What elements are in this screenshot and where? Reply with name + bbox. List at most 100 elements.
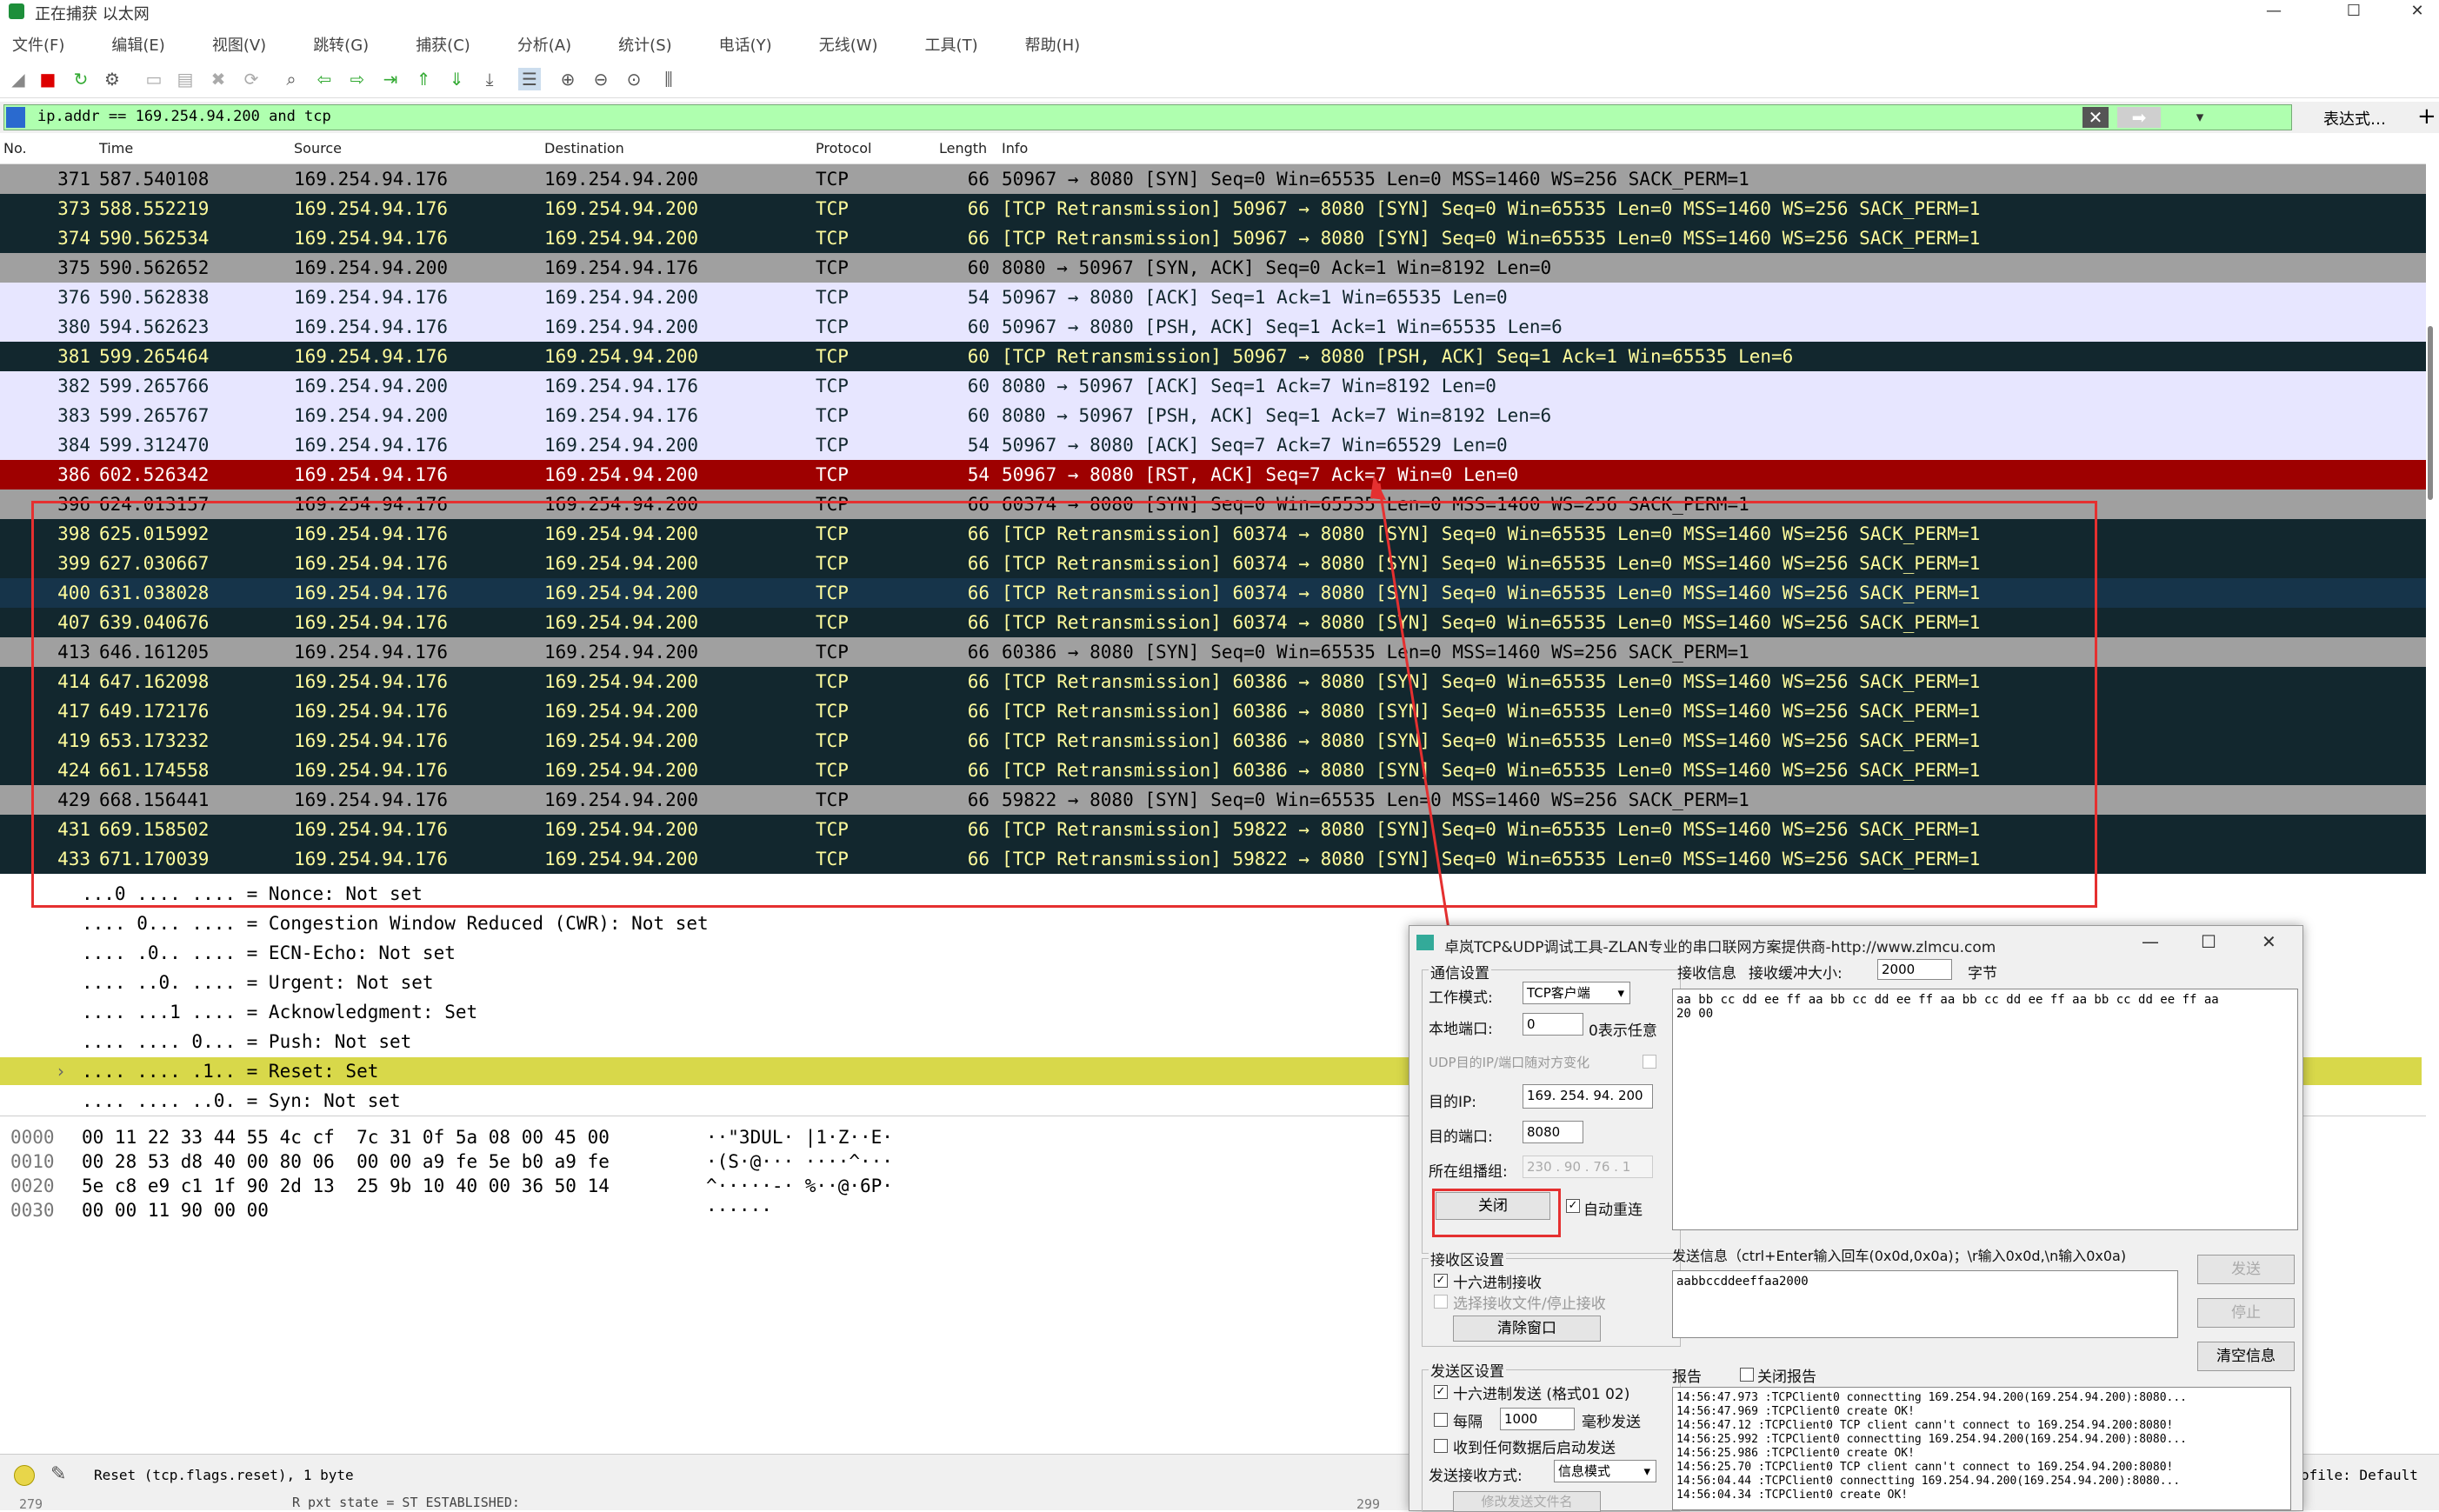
col-destination[interactable]: Destination xyxy=(544,140,624,157)
save-file-icon[interactable]: ▤ xyxy=(174,68,197,90)
menu-tools[interactable]: 工具(T) xyxy=(925,33,978,59)
packet-row[interactable]: 373 588.552219 169.254.94.176 169.254.94.20… xyxy=(0,194,2426,223)
close-file-icon[interactable]: ✖ xyxy=(207,68,230,90)
menu-file[interactable]: 文件(F) xyxy=(12,33,64,59)
reload-icon[interactable]: ⟳ xyxy=(240,68,263,90)
packet-cell-info: [TCP Retransmission] 50967 → 8080 [SYN] … xyxy=(1002,228,1981,249)
col-time[interactable]: Time xyxy=(99,140,133,157)
menu-edit[interactable]: 编辑(E) xyxy=(111,33,164,59)
menu-view[interactable]: 视图(V) xyxy=(212,33,266,59)
report-text-area[interactable]: 14:56:47.973 :TCPClient0 connectting 169… xyxy=(1672,1387,2291,1510)
mode-select[interactable]: TCP客户端 ▾ xyxy=(1523,982,1630,1004)
colorize-icon[interactable]: ☰ xyxy=(518,68,541,90)
every-checkbox[interactable] xyxy=(1434,1413,1448,1427)
recv-buffer-input[interactable]: 2000 xyxy=(1877,959,1952,980)
edit-comment-icon[interactable]: ✎ xyxy=(50,1463,66,1485)
capture-options-icon[interactable]: ⚙ xyxy=(101,68,123,90)
add-filter-button[interactable]: + xyxy=(2417,103,2436,130)
bookmark-icon[interactable] xyxy=(6,107,25,128)
maximize-button[interactable]: ☐ xyxy=(2323,0,2384,23)
close-window-button[interactable]: ✕ xyxy=(2387,0,2439,23)
last-packet-icon[interactable]: ⇓ xyxy=(445,68,468,90)
hex-send-checkbox[interactable]: ✓ xyxy=(1434,1385,1448,1399)
every-ms-input[interactable]: 1000 xyxy=(1500,1408,1575,1430)
menu-help[interactable]: 帮助(H) xyxy=(1025,33,1081,59)
first-packet-icon[interactable]: ⇑ xyxy=(412,68,435,90)
open-file-icon[interactable]: ▭ xyxy=(143,68,165,90)
clear-window-button[interactable]: 清除窗口 xyxy=(1453,1316,1601,1342)
clear-info-button[interactable]: 清空信息 xyxy=(2197,1342,2295,1371)
autoscroll-icon[interactable]: ⤓ xyxy=(478,68,501,90)
expert-info-icon[interactable] xyxy=(14,1465,35,1486)
hex-recv-checkbox[interactable]: ✓ xyxy=(1434,1274,1448,1288)
tool-maximize-button[interactable]: ☐ xyxy=(2201,931,2216,952)
dest-ip-input[interactable]: 169. 254. 94. 200 xyxy=(1523,1084,1653,1109)
udp-follow-checkbox[interactable] xyxy=(1643,1055,1656,1069)
detail-line[interactable]: .... ...1 .... = Acknowledgment: Set xyxy=(82,998,477,1026)
zoom-in-icon[interactable]: ⊕ xyxy=(556,68,579,90)
send-button[interactable]: 发送 xyxy=(2197,1255,2295,1284)
packet-row[interactable]: 371 587.540108 169.254.94.176 169.254.94.20… xyxy=(0,164,2426,194)
detail-line[interactable]: .... .... ..0. = Syn: Not set xyxy=(82,1087,401,1115)
go-back-icon[interactable]: ⇦ xyxy=(313,68,336,90)
restart-capture-icon[interactable]: ↻ xyxy=(70,68,92,90)
menu-telephony[interactable]: 电话(Y) xyxy=(719,33,772,59)
close-report-checkbox[interactable] xyxy=(1740,1368,1754,1382)
detail-line[interactable]: .... 0... .... = Congestion Window Reduc… xyxy=(82,909,709,937)
profile-label[interactable]: ofile: Default xyxy=(2301,1467,2418,1483)
menu-go[interactable]: 跳转(G) xyxy=(313,33,369,59)
go-to-packet-icon[interactable]: ⇥ xyxy=(379,68,402,90)
packet-row[interactable]: 380 594.562623 169.254.94.176 169.254.94.20… xyxy=(0,312,2426,342)
packet-row[interactable]: 386 602.526342 169.254.94.176 169.254.94.20… xyxy=(0,460,2426,490)
packet-cell-time: 590.562838 xyxy=(99,287,210,308)
dest-port-input[interactable]: 8080 xyxy=(1523,1121,1583,1143)
recv-file-checkbox[interactable] xyxy=(1434,1295,1448,1309)
menu-wireless[interactable]: 无线(W) xyxy=(819,33,878,59)
clear-filter-icon[interactable]: ✕ xyxy=(2082,107,2109,128)
packet-row[interactable]: 382 599.265766 169.254.94.200 169.254.94.17… xyxy=(0,371,2426,401)
col-info[interactable]: Info xyxy=(1002,140,1028,157)
col-source[interactable]: Source xyxy=(294,140,342,157)
minimize-button[interactable]: — xyxy=(2243,0,2304,23)
tcp-udp-debug-tool-window[interactable]: 卓岚TCP&UDP调试工具-ZLAN专业的串口联网方案提供商-http://ww… xyxy=(1409,925,2303,1512)
packet-row[interactable]: 381 599.265464 169.254.94.176 169.254.94.20… xyxy=(0,342,2426,371)
auto-send-checkbox[interactable] xyxy=(1434,1439,1448,1453)
stop-button[interactable]: 停止 xyxy=(2197,1298,2295,1328)
go-forward-icon[interactable]: ⇨ xyxy=(346,68,369,90)
multicast-input[interactable]: 230 . 90 . 76 . 1 xyxy=(1523,1156,1653,1178)
detail-line[interactable]: .... ..0. .... = Urgent: Not set xyxy=(82,969,434,996)
packet-row[interactable]: 384 599.312470 169.254.94.176 169.254.94.20… xyxy=(0,430,2426,460)
stop-capture-icon[interactable]: ■ xyxy=(37,68,59,90)
packet-row[interactable]: 374 590.562534 169.254.94.176 169.254.94.20… xyxy=(0,223,2426,253)
col-no[interactable]: No. xyxy=(3,140,27,157)
menu-statistics[interactable]: 统计(S) xyxy=(618,33,671,59)
auto-reconnect-checkbox[interactable]: ✓ xyxy=(1566,1199,1580,1213)
send-text-area[interactable]: aabbccddeeffaa2000 xyxy=(1672,1270,2178,1338)
find-packet-icon[interactable]: ⌕ xyxy=(280,68,303,90)
expand-arrow-icon[interactable]: › xyxy=(57,1057,64,1085)
apply-filter-icon[interactable]: ➡ xyxy=(2117,107,2161,128)
packet-row[interactable]: 375 590.562652 169.254.94.200 169.254.94.17… xyxy=(0,253,2426,283)
send-recv-mode-select[interactable]: 信息模式 ▾ xyxy=(1554,1460,1656,1482)
packet-list-scrollbar[interactable] xyxy=(2428,326,2433,500)
expression-button[interactable]: 表达式… xyxy=(2323,107,2386,130)
resize-columns-icon[interactable]: ⫼ xyxy=(657,68,680,90)
recv-text-area[interactable]: aa bb cc dd ee ff aa bb cc dd ee ff aa b… xyxy=(1672,989,2298,1230)
shark-fin-icon[interactable]: ◢ xyxy=(7,68,30,90)
filter-history-dropdown-icon[interactable]: ▾ xyxy=(2187,107,2213,128)
modify-file-button[interactable]: 修改发送文件名 xyxy=(1453,1491,1601,1512)
packet-row[interactable]: 383 599.265767 169.254.94.200 169.254.94.17… xyxy=(0,401,2426,430)
local-port-input[interactable]: 0 xyxy=(1523,1013,1583,1036)
detail-line[interactable]: .... .... 0... = Push: Not set xyxy=(82,1028,411,1056)
display-filter-input[interactable]: ip.addr == 169.254.94.200 and tcp ✕ ➡ ▾ xyxy=(3,104,2292,130)
detail-line[interactable]: .... .0.. .... = ECN-Echo: Not set xyxy=(82,939,456,967)
menu-analyze[interactable]: 分析(A) xyxy=(517,33,571,59)
col-protocol[interactable]: Protocol xyxy=(816,140,871,157)
packet-row[interactable]: 376 590.562838 169.254.94.176 169.254.94.20… xyxy=(0,283,2426,312)
col-length[interactable]: Length xyxy=(939,140,987,157)
zoom-normal-icon[interactable]: ⊙ xyxy=(623,68,645,90)
tool-minimize-button[interactable]: — xyxy=(2142,931,2159,952)
menu-capture[interactable]: 捕获(C) xyxy=(416,33,470,59)
tool-close-button[interactable]: ✕ xyxy=(2262,931,2276,952)
zoom-out-icon[interactable]: ⊖ xyxy=(590,68,612,90)
